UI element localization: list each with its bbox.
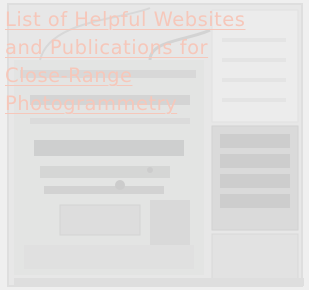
article-title-link[interactable]: List of Helpful Websites and Publication… bbox=[5, 6, 265, 118]
title-line-1[interactable]: List of Helpful Websites bbox=[5, 6, 265, 34]
resource-card[interactable]: List of Helpful Websites and Publication… bbox=[0, 0, 309, 290]
title-line-3[interactable]: Close-Range bbox=[5, 62, 265, 90]
title-line-2[interactable]: and Publications for bbox=[5, 34, 265, 62]
title-line-4[interactable]: Photogrammetry bbox=[5, 90, 265, 118]
